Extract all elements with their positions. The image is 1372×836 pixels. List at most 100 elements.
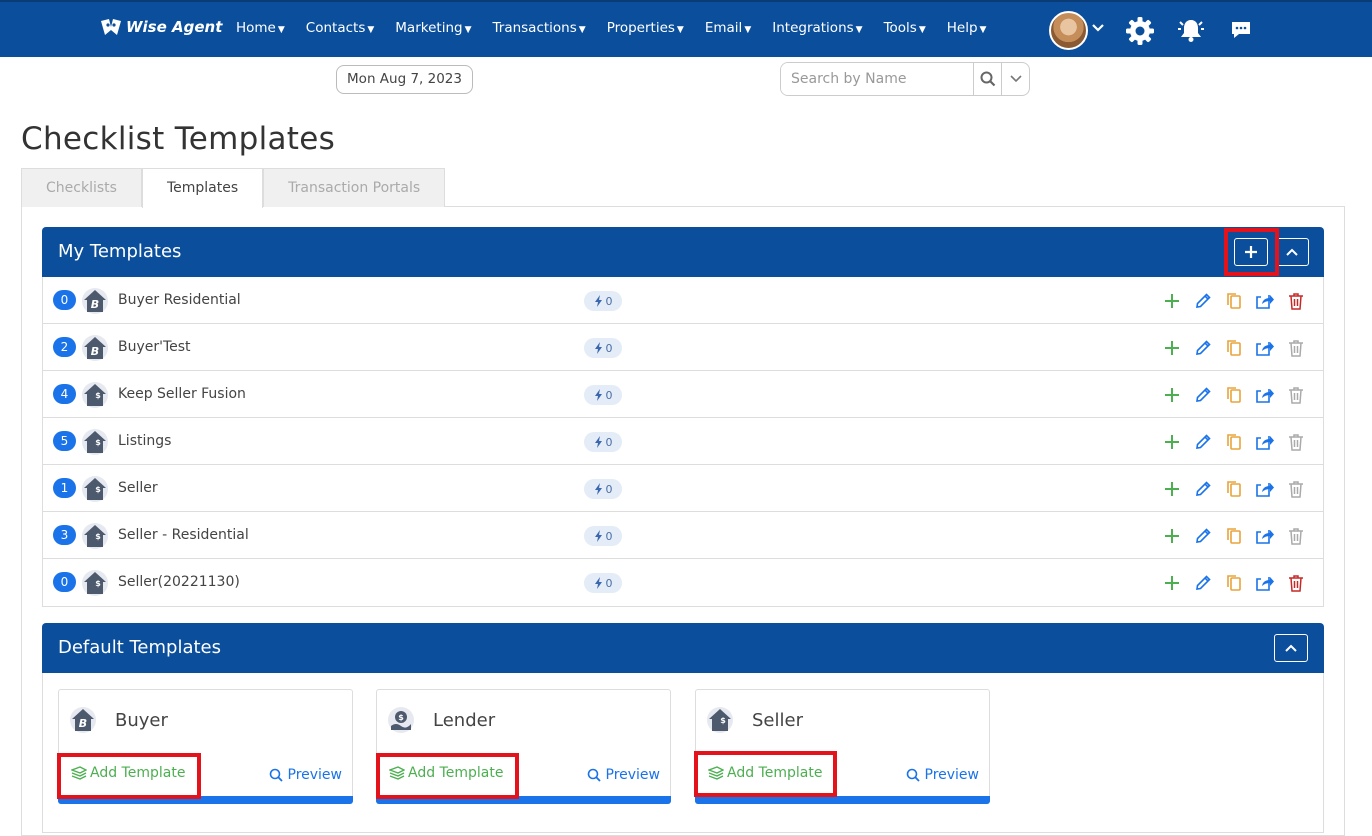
automation-badge[interactable]: 0 bbox=[584, 291, 622, 311]
plus-icon bbox=[1164, 341, 1179, 355]
automation-badge[interactable]: 0 bbox=[584, 385, 622, 405]
search-input[interactable] bbox=[781, 63, 974, 95]
template-name[interactable]: Seller - Residential bbox=[118, 527, 249, 543]
template-name[interactable]: Listings bbox=[118, 433, 171, 449]
nav-home[interactable]: Home ▼ bbox=[236, 20, 285, 36]
automation-count: 0 bbox=[605, 294, 613, 308]
delete-button[interactable] bbox=[1280, 337, 1311, 359]
share-button[interactable] bbox=[1249, 572, 1280, 594]
copy-button[interactable] bbox=[1218, 431, 1249, 453]
chevron-down-icon[interactable] bbox=[1091, 21, 1105, 35]
delete-button[interactable] bbox=[1280, 431, 1311, 453]
edit-button[interactable] bbox=[1187, 384, 1218, 406]
share-button[interactable] bbox=[1249, 384, 1280, 406]
seller-house-icon bbox=[707, 707, 733, 733]
add-item-button[interactable] bbox=[1156, 337, 1187, 359]
tab-transaction-portals[interactable]: Transaction Portals bbox=[263, 168, 446, 207]
add-item-button[interactable] bbox=[1156, 384, 1187, 406]
automation-count: 0 bbox=[605, 529, 613, 543]
nav-help[interactable]: Help ▼ bbox=[947, 20, 987, 36]
logo-mark-icon bbox=[101, 19, 121, 35]
trash-icon bbox=[1288, 528, 1303, 545]
automation-badge[interactable]: 0 bbox=[584, 573, 622, 593]
preview-link[interactable]: Preview bbox=[906, 767, 979, 783]
user-avatar[interactable] bbox=[1049, 11, 1088, 50]
template-name[interactable]: Seller bbox=[118, 480, 158, 496]
edit-button[interactable] bbox=[1187, 478, 1218, 500]
automation-badge[interactable]: 0 bbox=[584, 479, 622, 499]
copy-button[interactable] bbox=[1218, 525, 1249, 547]
tab-checklists[interactable]: Checklists bbox=[21, 168, 142, 207]
copy-button[interactable] bbox=[1218, 478, 1249, 500]
item-count-badge: 3 bbox=[53, 525, 76, 545]
gear-icon[interactable] bbox=[1125, 16, 1155, 46]
preview-link[interactable]: Preview bbox=[269, 767, 342, 783]
search-button[interactable] bbox=[973, 63, 1001, 95]
edit-button[interactable] bbox=[1187, 431, 1218, 453]
bell-alert-icon[interactable] bbox=[1177, 16, 1205, 44]
search-dropdown-button[interactable] bbox=[1001, 63, 1029, 95]
edit-button[interactable] bbox=[1187, 525, 1218, 547]
chat-icon[interactable] bbox=[1230, 20, 1252, 40]
copy-button[interactable] bbox=[1218, 290, 1249, 312]
search-icon bbox=[587, 768, 601, 782]
preview-link[interactable]: Preview bbox=[587, 767, 660, 783]
seller-house-icon bbox=[82, 429, 108, 455]
copy-button[interactable] bbox=[1218, 572, 1249, 594]
seller-house-icon bbox=[82, 382, 108, 408]
item-count-badge: 4 bbox=[53, 384, 76, 404]
chevron-down-icon bbox=[1010, 75, 1022, 83]
share-button[interactable] bbox=[1249, 431, 1280, 453]
template-name[interactable]: Keep Seller Fusion bbox=[118, 386, 246, 402]
nav-marketing[interactable]: Marketing ▼ bbox=[395, 20, 471, 36]
seller-house-icon bbox=[82, 476, 108, 502]
wise-agent-logo[interactable]: Wise Agent bbox=[100, 18, 222, 36]
add-item-button[interactable] bbox=[1156, 431, 1187, 453]
add-item-button[interactable] bbox=[1156, 290, 1187, 312]
collapse-my-templates-button[interactable] bbox=[1275, 238, 1309, 266]
row-actions bbox=[1156, 478, 1311, 500]
lightning-icon bbox=[594, 483, 602, 495]
template-name[interactable]: Buyer Residential bbox=[118, 292, 241, 308]
current-date-button[interactable]: Mon Aug 7, 2023 bbox=[336, 65, 473, 94]
edit-button[interactable] bbox=[1187, 572, 1218, 594]
pencil-icon bbox=[1195, 575, 1211, 590]
copy-button[interactable] bbox=[1218, 337, 1249, 359]
share-button[interactable] bbox=[1249, 478, 1280, 500]
trash-icon bbox=[1288, 340, 1303, 357]
add-item-button[interactable] bbox=[1156, 478, 1187, 500]
nav-properties[interactable]: Properties ▼ bbox=[607, 20, 684, 36]
automation-badge[interactable]: 0 bbox=[584, 338, 622, 358]
card-title: Seller bbox=[752, 710, 803, 731]
share-icon bbox=[1255, 389, 1274, 403]
row-actions bbox=[1156, 384, 1311, 406]
nav-email[interactable]: Email ▼ bbox=[705, 20, 751, 36]
share-button[interactable] bbox=[1249, 290, 1280, 312]
delete-button[interactable] bbox=[1280, 290, 1311, 312]
delete-button[interactable] bbox=[1280, 572, 1311, 594]
edit-button[interactable] bbox=[1187, 290, 1218, 312]
copy-button[interactable] bbox=[1218, 384, 1249, 406]
copy-icon bbox=[1226, 434, 1241, 450]
share-button[interactable] bbox=[1249, 525, 1280, 547]
nav-contacts[interactable]: Contacts ▼ bbox=[306, 20, 374, 36]
template-name[interactable]: Buyer'Test bbox=[118, 339, 191, 355]
edit-button[interactable] bbox=[1187, 337, 1218, 359]
nav-integrations[interactable]: Integrations ▼ bbox=[772, 20, 862, 36]
nav-transactions[interactable]: Transactions ▼ bbox=[493, 20, 586, 36]
delete-button[interactable] bbox=[1280, 384, 1311, 406]
page-title: Checklist Templates bbox=[21, 121, 336, 157]
pencil-icon bbox=[1195, 481, 1211, 496]
pencil-icon bbox=[1195, 293, 1211, 308]
delete-button[interactable] bbox=[1280, 525, 1311, 547]
nav-tools[interactable]: Tools ▼ bbox=[884, 20, 926, 36]
automation-badge[interactable]: 0 bbox=[584, 526, 622, 546]
tab-templates[interactable]: Templates bbox=[141, 168, 264, 208]
add-item-button[interactable] bbox=[1156, 525, 1187, 547]
share-button[interactable] bbox=[1249, 337, 1280, 359]
template-name[interactable]: Seller(20221130) bbox=[118, 574, 240, 590]
collapse-default-templates-button[interactable] bbox=[1274, 634, 1308, 662]
add-item-button[interactable] bbox=[1156, 572, 1187, 594]
automation-badge[interactable]: 0 bbox=[584, 432, 622, 452]
delete-button[interactable] bbox=[1280, 478, 1311, 500]
